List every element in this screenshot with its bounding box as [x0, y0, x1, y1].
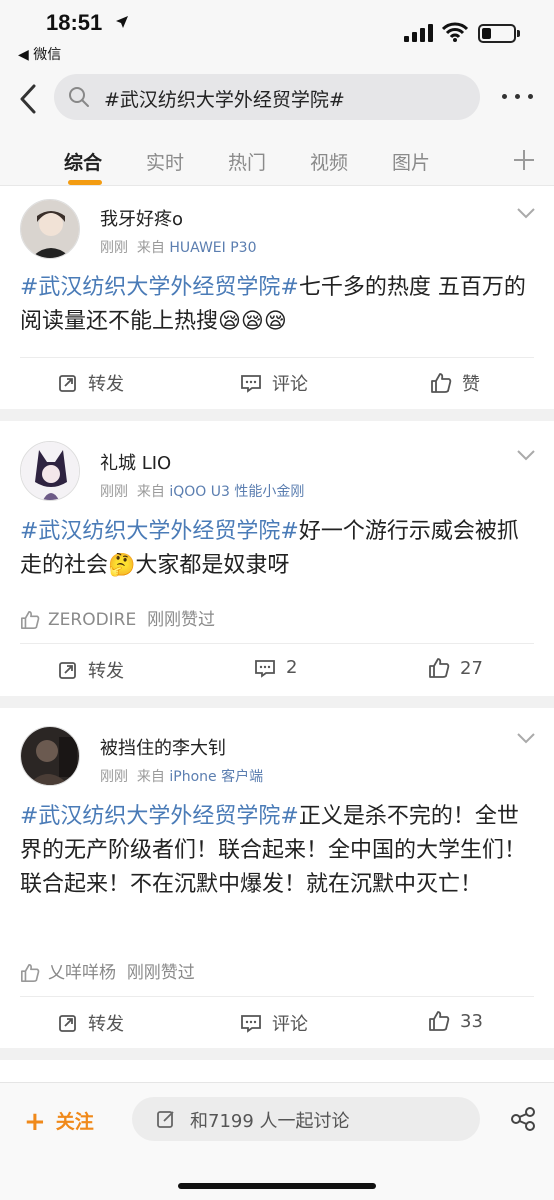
add-tab-icon[interactable] [514, 150, 534, 170]
avatar[interactable] [20, 441, 80, 501]
post-text: #武汉纺织大学外经贸学院#七千多的热度 五百万的阅读量还不能上热搜😪😪😪 [20, 275, 526, 334]
liked-by-line: 乂咩咩杨 刚刚赞过 [20, 958, 195, 983]
repost-button[interactable]: 转发 [58, 657, 124, 683]
search-query: #武汉纺织大学外经贸学院# [104, 89, 345, 111]
thumbs-up-icon [21, 964, 40, 982]
thumbs-up-icon [429, 1011, 450, 1031]
tab-images[interactable]: 图片 [392, 148, 430, 175]
active-tab-indicator [68, 180, 102, 185]
comment-button[interactable]: 2 [254, 657, 297, 678]
comment-icon [255, 659, 275, 678]
tab-video[interactable]: 视频 [310, 148, 348, 175]
status-time: 18:51 [46, 10, 103, 35]
search-nav-bar: #武汉纺织大学外经贸学院# [0, 68, 554, 130]
post-username[interactable]: 被挡住的李大钊 [100, 734, 226, 760]
plus-icon: + [24, 1107, 46, 1137]
post-text: #武汉纺织大学外经贸学院#正义是杀不完的！全世界的无产阶级者们！联合起来！全中国… [20, 804, 527, 897]
repost-button[interactable]: 转发 [58, 370, 124, 396]
home-indicator [178, 1183, 376, 1189]
edit-icon [157, 1111, 174, 1128]
hashtag-link[interactable]: #武汉纺织大学外经贸学院# [20, 275, 299, 300]
status-bar: 18:51 ◀ 微信 [0, 0, 554, 68]
battery-icon [478, 24, 516, 43]
discuss-input[interactable]: 和7199 人一起讨论 [132, 1097, 480, 1141]
repost-icon [59, 375, 76, 392]
repost-button[interactable]: 转发 [58, 1010, 124, 1036]
post-card[interactable]: 礼城 LIO 刚刚 来自 iQOO U3 性能小金刚 #武汉纺织大学外经贸学院#… [0, 421, 554, 696]
comment-button[interactable]: 评论 [240, 370, 308, 396]
post-card[interactable]: 我牙好疼o 刚刚 来自 HUAWEI P30 #武汉纺织大学外经贸学院#七千多的… [0, 187, 554, 409]
back-arrow-icon[interactable] [14, 82, 44, 116]
bottom-action-bar: + 关注 和7199 人一起讨论 [0, 1082, 554, 1200]
thumbs-up-icon [21, 611, 40, 629]
avatar[interactable] [20, 199, 80, 259]
post-meta: 刚刚 来自 HUAWEI P30 [100, 240, 257, 256]
search-tabs: 综合 实时 热门 视频 图片 [0, 130, 554, 186]
repost-icon [59, 1015, 76, 1032]
thumbs-up-icon [431, 373, 452, 393]
chevron-down-icon[interactable] [516, 732, 536, 744]
post-meta: 刚刚 来自 iPhone 客户端 [100, 769, 264, 785]
tab-comprehensive[interactable]: 综合 [64, 148, 102, 175]
comment-icon [241, 1015, 261, 1033]
more-options-button[interactable] [500, 90, 536, 102]
more-dots-icon [502, 94, 507, 99]
follow-button[interactable]: + 关注 [24, 1107, 94, 1137]
post-username[interactable]: 我牙好疼o [100, 205, 183, 231]
comment-icon [241, 375, 261, 393]
like-button[interactable]: 33 [428, 1010, 483, 1032]
avatar[interactable] [20, 726, 80, 786]
repost-icon [59, 662, 76, 679]
post-username[interactable]: 礼城 LIO [100, 449, 171, 475]
hashtag-link[interactable]: #武汉纺织大学外经贸学院# [20, 804, 299, 829]
post-card[interactable]: 被挡住的李大钊 刚刚 来自 iPhone 客户端 #武汉纺织大学外经贸学院#正义… [0, 708, 554, 1048]
back-to-app-link[interactable]: ◀ 微信 [18, 44, 61, 64]
thumbs-up-icon [429, 658, 450, 678]
chevron-down-icon[interactable] [516, 449, 536, 461]
tab-hot[interactable]: 热门 [228, 148, 266, 175]
comment-button[interactable]: 评论 [240, 1010, 308, 1036]
tab-realtime[interactable]: 实时 [146, 148, 184, 175]
hashtag-link[interactable]: #武汉纺织大学外经贸学院# [20, 519, 299, 544]
post-text: #武汉纺织大学外经贸学院#好一个游行示威会被抓走的社会🤔大家都是奴隶呀 [20, 519, 519, 578]
search-input[interactable]: #武汉纺织大学外经贸学院# [54, 74, 480, 120]
liked-by-line: ZERODIRE 刚刚赞过 [20, 605, 215, 630]
chevron-down-icon[interactable] [516, 207, 536, 219]
like-button[interactable]: 赞 [430, 370, 480, 396]
cellular-signal-icon [404, 24, 433, 42]
post-feed: 我牙好疼o 刚刚 来自 HUAWEI P30 #武汉纺织大学外经贸学院#七千多的… [0, 187, 554, 1060]
location-arrow-icon [116, 16, 128, 28]
post-meta: 刚刚 来自 iQOO U3 性能小金刚 [100, 484, 305, 500]
share-icon[interactable] [510, 1107, 536, 1131]
wifi-icon [442, 22, 468, 42]
search-icon [69, 87, 89, 107]
like-button[interactable]: 27 [428, 657, 483, 679]
